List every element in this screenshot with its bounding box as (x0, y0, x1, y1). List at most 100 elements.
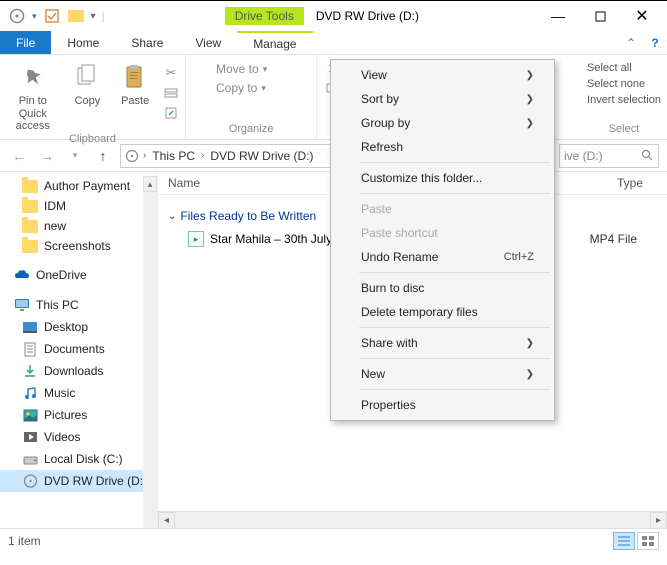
paste-button[interactable]: Paste (115, 61, 155, 108)
large-icons-view-button[interactable] (637, 532, 659, 550)
submenu-arrow-icon: ❯ (526, 70, 534, 81)
video-file-icon: ▸ (188, 231, 204, 247)
menu-refresh[interactable]: Refresh (333, 135, 552, 159)
nav-label: Local Disk (C:) (44, 452, 123, 466)
nav-downloads[interactable]: Downloads (0, 360, 157, 382)
close-button[interactable]: ✕ (621, 2, 663, 30)
chevron-down-icon: ⌄ (168, 211, 176, 222)
folder-icon (22, 240, 38, 253)
nav-label: Desktop (44, 320, 88, 334)
folder-qat-icon[interactable] (67, 7, 85, 25)
nav-folder[interactable]: Screenshots (0, 236, 157, 256)
menu-burn-to-disc[interactable]: Burn to disc (333, 276, 552, 300)
help-button[interactable]: ? (643, 31, 667, 54)
menu-customize-folder[interactable]: Customize this folder... (333, 166, 552, 190)
contextual-tab-label: Drive Tools (225, 7, 304, 25)
desktop-icon (22, 319, 38, 335)
download-icon (22, 363, 38, 379)
music-icon (22, 385, 38, 401)
move-to-label: Move to (216, 62, 259, 76)
nav-this-pc[interactable]: This PC (0, 294, 157, 316)
move-to-button[interactable]: Move to▾ (196, 61, 267, 77)
paste-shortcut-button[interactable] (163, 105, 179, 121)
title-bar: ▾ ▾ | Drive Tools DVD RW Drive (D:) — ✕ (0, 1, 667, 31)
invert-selection-button[interactable]: Invert selection (587, 93, 661, 107)
nav-folder[interactable]: IDM (0, 196, 157, 216)
menu-sort-by[interactable]: Sort by❯ (333, 87, 552, 111)
scroll-left-icon[interactable]: ◂ (158, 512, 175, 529)
menu-properties[interactable]: Properties (333, 393, 552, 417)
copy-button[interactable]: Copy (68, 61, 108, 108)
nav-music[interactable]: Music (0, 382, 157, 404)
copy-label: Copy (75, 95, 101, 108)
submenu-arrow-icon: ❯ (526, 94, 534, 105)
copy-icon (71, 61, 103, 93)
nav-documents[interactable]: Documents (0, 338, 157, 360)
navigation-pane: Author Payment IDM new Screenshots OneDr… (0, 172, 158, 528)
accelerator: Ctrl+Z (504, 251, 534, 263)
copy-to-label: Copy to (216, 81, 257, 95)
chevron-right-icon[interactable]: › (141, 150, 148, 161)
copy-to-button[interactable]: Copy to▾ (196, 80, 266, 96)
menu-delete-temp-files[interactable]: Delete temporary files (333, 300, 552, 324)
menu-new[interactable]: New❯ (333, 362, 552, 386)
menu-undo-rename[interactable]: Undo RenameCtrl+Z (333, 245, 552, 269)
details-view-button[interactable] (613, 532, 635, 550)
crumb-drive[interactable]: DVD RW Drive (D:) (208, 149, 315, 163)
maximize-button[interactable] (579, 2, 621, 30)
folder-icon (22, 180, 38, 193)
back-button[interactable]: ← (8, 145, 30, 167)
search-box[interactable]: ive (D:) (559, 144, 659, 168)
select-none-button[interactable]: Select none (587, 77, 645, 91)
status-bar: 1 item (0, 528, 667, 552)
nav-label: DVD RW Drive (D:) (44, 474, 147, 488)
tab-manage[interactable]: Manage (237, 31, 312, 54)
item-count: 1 item (8, 534, 41, 548)
column-type[interactable]: Type (577, 176, 657, 190)
chevron-right-icon[interactable]: › (199, 150, 206, 161)
nav-label: Author Payment (44, 179, 130, 193)
cut-button[interactable]: ✂ (163, 65, 179, 81)
menu-paste: Paste (333, 197, 552, 221)
tab-view[interactable]: View (179, 31, 237, 54)
tab-home[interactable]: Home (51, 31, 115, 54)
nav-scrollbar[interactable]: ▴ (143, 176, 157, 528)
monitor-icon (14, 297, 30, 313)
nav-folder[interactable]: Author Payment (0, 176, 157, 196)
menu-view[interactable]: View❯ (333, 63, 552, 87)
forward-button[interactable]: → (36, 145, 58, 167)
minimize-button[interactable]: — (537, 2, 579, 30)
scroll-right-icon[interactable]: ▸ (650, 512, 667, 529)
copy-path-button[interactable] (163, 85, 179, 101)
nav-local-disk[interactable]: Local Disk (C:) (0, 448, 157, 470)
up-button[interactable]: ↑ (92, 145, 114, 167)
scroll-up-icon[interactable]: ▴ (143, 176, 157, 192)
menu-share-with[interactable]: Share with❯ (333, 331, 552, 355)
qat-divider: | (102, 9, 105, 23)
quick-access-toolbar: ▾ ▾ | (4, 7, 105, 25)
menu-group-by[interactable]: Group by❯ (333, 111, 552, 135)
nav-desktop[interactable]: Desktop (0, 316, 157, 338)
ribbon-tabs: File Home Share View Manage ⌃ ? (0, 31, 667, 55)
select-all-button[interactable]: Select all (587, 61, 632, 75)
recent-locations-button[interactable]: ▾ (64, 145, 86, 167)
context-menu: View❯ Sort by❯ Group by❯ Refresh Customi… (330, 59, 555, 421)
menu-paste-shortcut: Paste shortcut (333, 221, 552, 245)
move-to-icon (196, 61, 212, 77)
minimize-ribbon-button[interactable]: ⌃ (619, 31, 643, 54)
nav-onedrive[interactable]: OneDrive (0, 264, 157, 286)
pin-to-quick-access-button[interactable]: Pin to Quick access (6, 61, 60, 133)
nav-videos[interactable]: Videos (0, 426, 157, 448)
tab-share[interactable]: Share (115, 31, 179, 54)
search-placeholder: ive (D:) (564, 149, 603, 163)
nav-pictures[interactable]: Pictures (0, 404, 157, 426)
paste-shortcut-icon (163, 105, 179, 121)
tab-file[interactable]: File (0, 31, 51, 54)
properties-icon[interactable] (43, 7, 61, 25)
nav-folder[interactable]: new (0, 216, 157, 236)
nav-dvd-drive[interactable]: DVD RW Drive (D:) (0, 470, 157, 492)
pictures-icon (22, 407, 38, 423)
qat-overflow-icon[interactable]: ▾ (91, 11, 96, 22)
crumb-this-pc[interactable]: This PC (150, 149, 197, 163)
horizontal-scrollbar[interactable]: ◂ ▸ (158, 511, 667, 528)
